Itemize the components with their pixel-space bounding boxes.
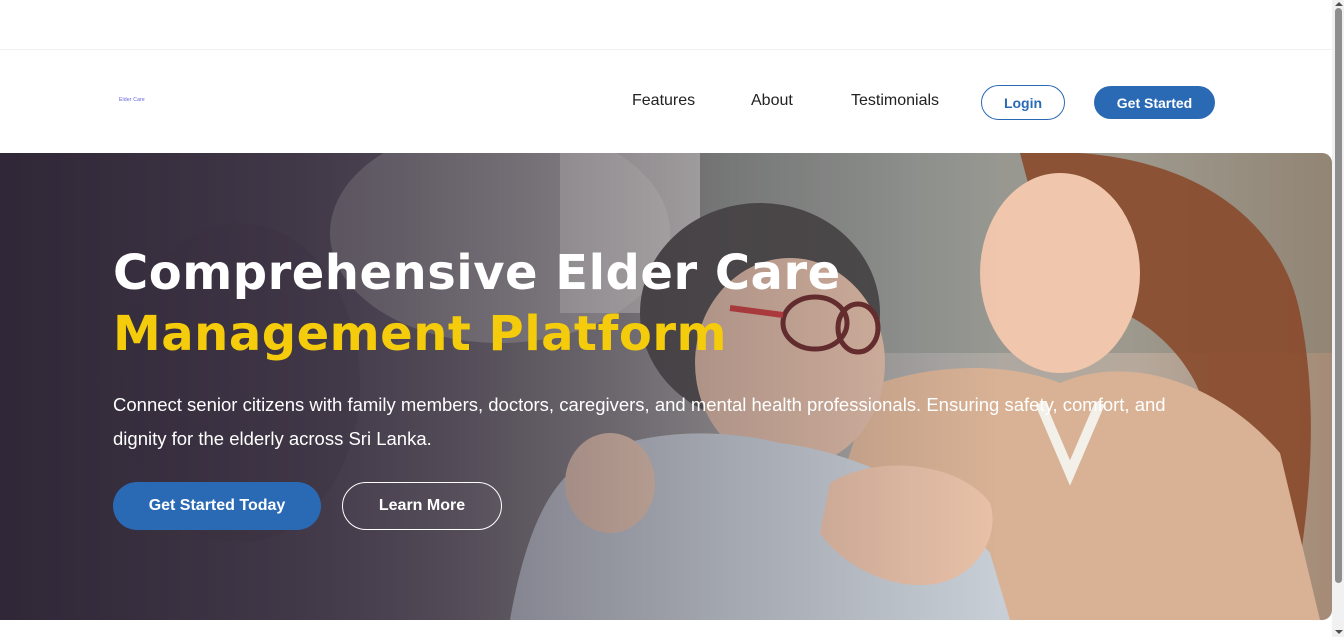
nav-link-about[interactable]: About (751, 92, 793, 110)
hero-title-line1: Comprehensive Elder Care (113, 245, 841, 301)
hero-title-line2: Management Platform (113, 306, 728, 362)
learn-more-button[interactable]: Learn More (342, 482, 502, 530)
nav-link-testimonials[interactable]: Testimonials (851, 92, 939, 110)
scroll-down-arrow-icon[interactable] (1334, 628, 1344, 636)
hero-overlay (0, 153, 1332, 620)
get-started-button[interactable]: Get Started (1094, 86, 1215, 119)
hero-description: Connect senior citizens with family memb… (113, 394, 1166, 449)
scrollbar-thumb[interactable] (1335, 8, 1342, 583)
scroll-up-arrow-icon[interactable] (1334, 0, 1344, 8)
nav-link-features[interactable]: Features (632, 92, 695, 110)
hero-section (0, 153, 1332, 620)
get-started-today-button[interactable]: Get Started Today (113, 482, 321, 530)
logo[interactable]: Elder Care (119, 97, 145, 103)
login-button[interactable]: Login (981, 85, 1065, 120)
